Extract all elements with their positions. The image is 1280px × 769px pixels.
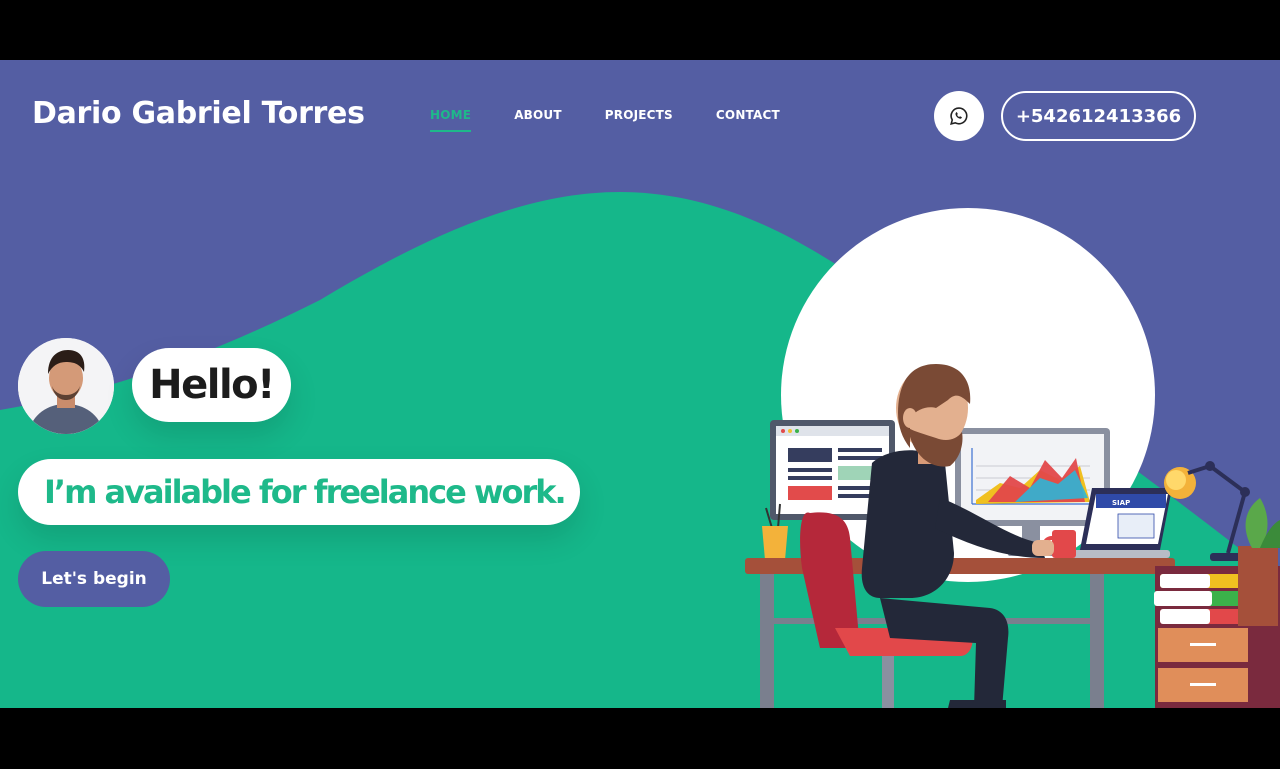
tagline-bubble: I’m available for freelance work.	[18, 459, 580, 525]
books-and-drawers-illustration	[1154, 498, 1280, 708]
phone-button[interactable]: +542612413366	[1001, 91, 1196, 141]
lets-begin-button[interactable]: Let's begin	[18, 551, 170, 607]
nav-home[interactable]: HOME	[430, 108, 472, 132]
nav-about[interactable]: ABOUT	[514, 108, 562, 132]
whatsapp-icon	[950, 107, 968, 126]
avatar	[18, 338, 114, 434]
main-nav: HOME ABOUT PROJECTS CONTACT	[430, 108, 823, 132]
laptop-screen-text: SIAP	[1112, 499, 1130, 507]
letterbox-top	[0, 0, 1280, 60]
hello-text: Hello!	[149, 362, 275, 408]
whatsapp-button[interactable]	[934, 91, 984, 141]
hello-bubble: Hello!	[132, 348, 291, 422]
nav-projects[interactable]: PROJECTS	[605, 108, 673, 132]
letterbox-bottom	[0, 708, 1280, 769]
page-viewport: Dario Gabriel Torres HOME ABOUT PROJECTS…	[0, 60, 1280, 708]
nav-contact[interactable]: CONTACT	[716, 108, 780, 132]
workspace-illustration: SIAP	[745, 364, 1280, 708]
tagline-text: I’m available for freelance work.	[44, 473, 567, 511]
desk-lamp-illustration	[1164, 461, 1250, 561]
brand-name[interactable]: Dario Gabriel Torres	[32, 96, 365, 131]
